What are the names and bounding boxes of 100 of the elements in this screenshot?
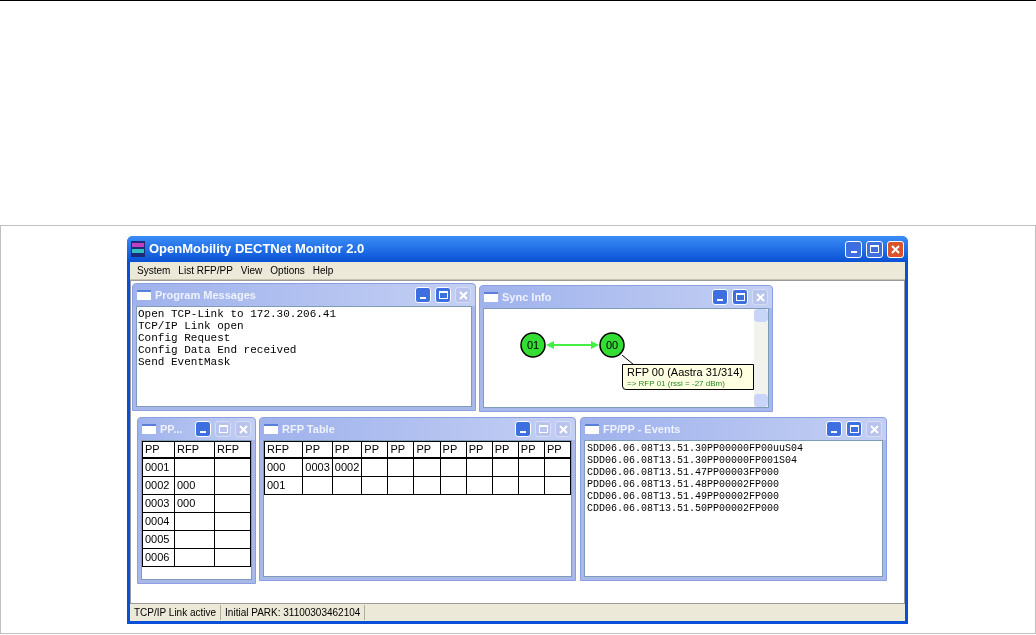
- table-cell: 0004: [142, 512, 175, 530]
- table-cell: [174, 458, 215, 476]
- table-cell: [414, 476, 441, 494]
- menu-item[interactable]: Help: [309, 263, 337, 278]
- minimize-button[interactable]: [415, 287, 431, 303]
- table-cell: [214, 530, 251, 548]
- table-cell: [466, 458, 493, 476]
- table-cell: [466, 476, 493, 494]
- column-header: PP: [466, 441, 493, 458]
- event-line: CDD06.06.08T13.51.50PP00002FP000: [587, 503, 781, 515]
- table-cell: 0001: [142, 458, 175, 476]
- table-cell: [387, 476, 414, 494]
- maximize-icon: [735, 293, 745, 301]
- table-cell: [518, 458, 545, 476]
- column-header: PP: [544, 441, 571, 458]
- status-text: TCP/IP Link active: [134, 605, 222, 620]
- table-cell: 0003: [302, 458, 333, 476]
- table-cell: [492, 476, 519, 494]
- table-cell: [518, 476, 545, 494]
- window-title: OpenMobility DECTNet Monitor 2.0: [149, 240, 366, 259]
- window-icon: [264, 424, 278, 434]
- minimize-button[interactable]: [712, 289, 728, 305]
- close-icon: [755, 292, 765, 302]
- table-cell: [361, 458, 388, 476]
- maximize-icon: [438, 291, 448, 299]
- menu-item[interactable]: List RFP/PP: [175, 263, 236, 278]
- child-window-title: RFP Table: [282, 421, 336, 437]
- node-label: 00: [606, 340, 619, 351]
- minimize-button[interactable]: [515, 421, 531, 437]
- column-header: RFP: [264, 441, 303, 458]
- close-icon: [238, 424, 248, 434]
- column-header: PP: [142, 441, 175, 458]
- minimize-icon: [420, 297, 426, 299]
- column-header: PP: [302, 441, 333, 458]
- column-header: PP: [414, 441, 441, 458]
- table-cell: [440, 476, 467, 494]
- column-header: RFP: [214, 441, 251, 458]
- minimize-icon: [831, 431, 837, 433]
- window-icon: [585, 424, 599, 434]
- node-label: 01: [527, 340, 540, 351]
- message-line: Send EventMask: [138, 356, 232, 368]
- maximize-icon: [870, 245, 879, 253]
- table-cell: 0002: [332, 458, 362, 476]
- table-cell: 0005: [142, 530, 175, 548]
- table-cell: [332, 476, 362, 494]
- menu-item[interactable]: Options: [267, 263, 308, 278]
- table-cell: [414, 458, 441, 476]
- minimize-icon: [200, 431, 206, 433]
- table-cell: [544, 476, 571, 494]
- table-cell: [544, 458, 571, 476]
- table-cell: [174, 530, 215, 548]
- child-window-title: PP...: [160, 421, 184, 437]
- column-header: RFP: [174, 441, 215, 458]
- table-cell: 001: [264, 476, 303, 494]
- child-window-title: Program Messages: [155, 287, 257, 303]
- table-cell: [174, 548, 215, 566]
- sync-arrow: [546, 341, 599, 349]
- table-cell: [214, 476, 251, 494]
- sync-node: [599, 332, 625, 358]
- event-line: CDD06.06.08T13.51.47PP00003FP000: [587, 467, 781, 479]
- tooltip-detail: => RFP 01 (rssi = -27 dBm): [627, 378, 726, 389]
- column-header: PP: [332, 441, 362, 458]
- close-icon: [558, 424, 568, 434]
- table-cell: 0002: [142, 476, 175, 494]
- window-icon: [137, 290, 151, 300]
- menu-item[interactable]: View: [237, 263, 266, 278]
- event-line: SDD06.06.08T13.51.30PP00000FP00uuS04: [587, 443, 805, 455]
- child-window-title: FP/PP - Events: [603, 421, 682, 437]
- table-cell: [440, 458, 467, 476]
- message-line: Open TCP-Link to 172.30.206.41: [138, 308, 338, 320]
- message-line: TCP/IP Link open: [138, 320, 245, 332]
- close-icon: [891, 244, 900, 254]
- event-line: SDD06.06.08T13.51.30PP00000FP001S04: [587, 455, 799, 467]
- child-window-title: Sync Info: [502, 289, 553, 305]
- table-cell: [387, 458, 414, 476]
- table-cell: 0006: [142, 548, 175, 566]
- menu-item[interactable]: System: [134, 263, 174, 278]
- message-line: Config Data End received: [138, 344, 298, 356]
- minimize-button[interactable]: [826, 421, 842, 437]
- minimize-button[interactable]: [845, 240, 862, 258]
- maximize-icon: [538, 425, 548, 433]
- window-icon: [484, 292, 498, 302]
- window-icon: [142, 424, 156, 434]
- app-logo-icon: [131, 241, 145, 257]
- table-cell: [214, 512, 251, 530]
- minimize-icon: [850, 251, 857, 253]
- column-header: PP: [387, 441, 414, 458]
- tooltip-title: RFP 00 (Aastra 31/314): [627, 366, 744, 378]
- minimize-icon: [520, 431, 526, 433]
- table-cell: [302, 476, 333, 494]
- maximize-icon: [218, 425, 228, 433]
- maximize-icon: [849, 425, 859, 433]
- message-line: Config Request: [138, 332, 232, 344]
- table-cell: 000: [264, 458, 303, 476]
- column-header: PP: [361, 441, 388, 458]
- table-cell: [214, 494, 251, 512]
- minimize-button[interactable]: [195, 421, 211, 437]
- table-cell: [214, 548, 251, 566]
- table-cell: [214, 458, 251, 476]
- close-icon: [869, 424, 879, 434]
